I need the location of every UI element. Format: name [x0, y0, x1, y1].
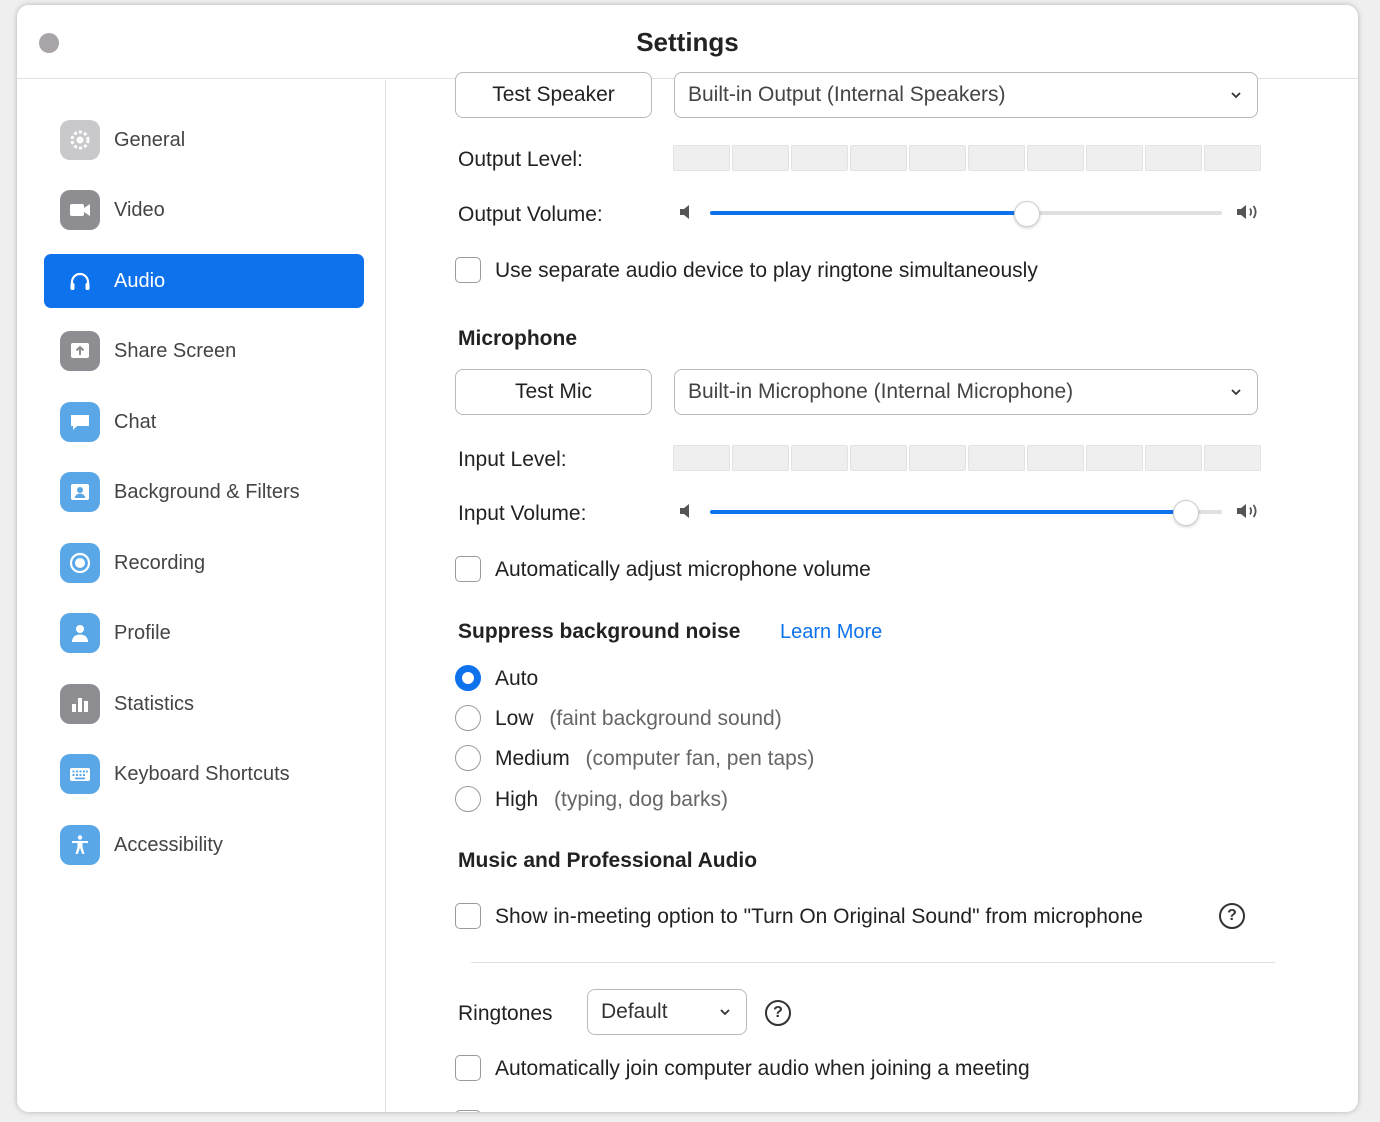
sidebar-item-label: Background & Filters — [114, 480, 300, 503]
section-divider — [471, 962, 1275, 963]
gear-icon — [60, 120, 100, 160]
output-volume-slider[interactable] — [710, 201, 1222, 227]
original-sound-label: Show in-meeting option to "Turn On Origi… — [495, 905, 1143, 928]
suppress-noise-heading: Suppress background noise — [458, 620, 741, 643]
separate-ringtone-checkbox[interactable] — [455, 257, 481, 283]
sidebar-item-label: Chat — [114, 410, 157, 433]
headphones-icon — [60, 261, 100, 301]
sidebar-item-label: Statistics — [114, 692, 195, 715]
noise-option-label: Auto — [495, 667, 539, 690]
sidebar-item-share-screen[interactable]: Share Screen — [44, 324, 364, 378]
audio-settings-panel: Test Speaker Built-in Output (Internal S… — [387, 72, 1358, 1112]
sidebar-item-background-filters[interactable]: Background & Filters — [44, 465, 364, 519]
sidebar-item-label: Share Screen — [114, 339, 237, 362]
title-bar: Settings — [17, 5, 1358, 79]
noise-radio-low[interactable] — [455, 705, 481, 731]
chevron-down-icon — [720, 1009, 730, 1016]
noise-option-label: Low — [495, 707, 534, 730]
window-title: Settings — [636, 27, 739, 57]
sidebar-item-profile[interactable]: Profile — [44, 606, 364, 660]
speaker-mute-icon — [680, 205, 689, 219]
sidebar-item-label: General — [114, 128, 186, 151]
bar-chart-icon — [60, 684, 100, 724]
sidebar-item-general[interactable]: General — [44, 113, 364, 167]
microphone-device-select[interactable]: Built-in Microphone (Internal Microphone… — [674, 369, 1258, 415]
accessibility-icon — [60, 825, 100, 865]
help-icon[interactable]: ? — [765, 1000, 791, 1026]
ringtones-select[interactable]: Default — [587, 989, 747, 1035]
sidebar-item-accessibility[interactable]: Accessibility — [44, 818, 364, 872]
next-option-checkbox[interactable] — [455, 1110, 481, 1112]
output-level-label: Output Level: — [458, 148, 583, 171]
test-mic-button[interactable]: Test Mic — [455, 369, 652, 415]
output-volume-slider-thumb[interactable] — [1014, 201, 1041, 227]
sidebar: General Video Audio Share Screen Chat Ba… — [17, 80, 386, 1112]
noise-radio-high[interactable] — [455, 786, 481, 812]
auto-join-audio-label: Automatically join computer audio when j… — [495, 1057, 1030, 1080]
test-speaker-button[interactable]: Test Speaker — [455, 72, 652, 118]
output-volume-label: Output Volume: — [458, 203, 603, 226]
chat-bubble-icon — [60, 402, 100, 442]
separate-ringtone-label: Use separate audio device to play ringto… — [495, 259, 1038, 282]
microphone-device-value: Built-in Microphone (Internal Microphone… — [688, 380, 1074, 403]
noise-option-label: Medium — [495, 747, 570, 770]
microphone-heading: Microphone — [458, 327, 577, 350]
noise-option-hint: (typing, dog barks) — [554, 788, 728, 811]
video-camera-icon — [60, 190, 100, 230]
input-volume-slider-thumb[interactable] — [1173, 500, 1200, 526]
help-icon[interactable]: ? — [1219, 903, 1245, 929]
sidebar-item-label: Keyboard Shortcuts — [114, 762, 290, 785]
speaker-mute-icon — [680, 504, 689, 518]
share-screen-icon — [60, 331, 100, 371]
auto-join-audio-checkbox[interactable] — [455, 1055, 481, 1081]
original-sound-checkbox[interactable] — [455, 903, 481, 929]
speaker-device-value: Built-in Output (Internal Speakers) — [688, 83, 1006, 106]
noise-option-hint: (computer fan, pen taps) — [585, 747, 815, 770]
person-portrait-icon — [60, 472, 100, 512]
ringtones-value: Default — [601, 1000, 668, 1023]
sidebar-item-chat[interactable]: Chat — [44, 395, 364, 449]
record-icon — [60, 543, 100, 583]
chevron-down-icon — [1231, 92, 1241, 99]
sidebar-item-label: Profile — [114, 621, 171, 644]
noise-option-hint: (faint background sound) — [549, 707, 782, 730]
settings-window: Settings General Video Audio Share Scree… — [17, 5, 1358, 1112]
input-level-meter — [673, 445, 1261, 471]
sidebar-item-video[interactable]: Video — [44, 183, 364, 237]
keyboard-icon — [60, 754, 100, 794]
speaker-loud-icon — [1237, 205, 1257, 219]
sidebar-item-label: Recording — [114, 551, 206, 574]
sidebar-item-label: Audio — [114, 269, 166, 292]
auto-adjust-mic-label: Automatically adjust microphone volume — [495, 558, 871, 581]
noise-radio-medium[interactable] — [455, 745, 481, 771]
music-audio-heading: Music and Professional Audio — [458, 849, 758, 872]
person-icon — [60, 613, 100, 653]
noise-radio-auto[interactable] — [455, 665, 481, 691]
noise-option-label: High — [495, 788, 539, 811]
chevron-down-icon — [1231, 389, 1241, 396]
sidebar-item-label: Video — [114, 198, 165, 221]
sidebar-item-label: Accessibility — [114, 833, 223, 856]
learn-more-link[interactable]: Learn More — [780, 621, 882, 644]
speaker-device-select[interactable]: Built-in Output (Internal Speakers) — [674, 72, 1258, 118]
input-volume-label: Input Volume: — [458, 502, 587, 525]
ringtones-label: Ringtones — [458, 1002, 553, 1025]
sidebar-item-recording[interactable]: Recording — [44, 536, 364, 590]
auto-adjust-mic-checkbox[interactable] — [455, 556, 481, 582]
speaker-loud-icon — [1237, 504, 1257, 518]
input-level-label: Input Level: — [458, 448, 567, 471]
sidebar-item-keyboard-shortcuts[interactable]: Keyboard Shortcuts — [44, 747, 364, 801]
sidebar-item-audio[interactable]: Audio — [44, 254, 364, 308]
sidebar-item-statistics[interactable]: Statistics — [44, 677, 364, 731]
output-level-meter — [673, 145, 1261, 171]
input-volume-slider[interactable] — [710, 500, 1222, 526]
